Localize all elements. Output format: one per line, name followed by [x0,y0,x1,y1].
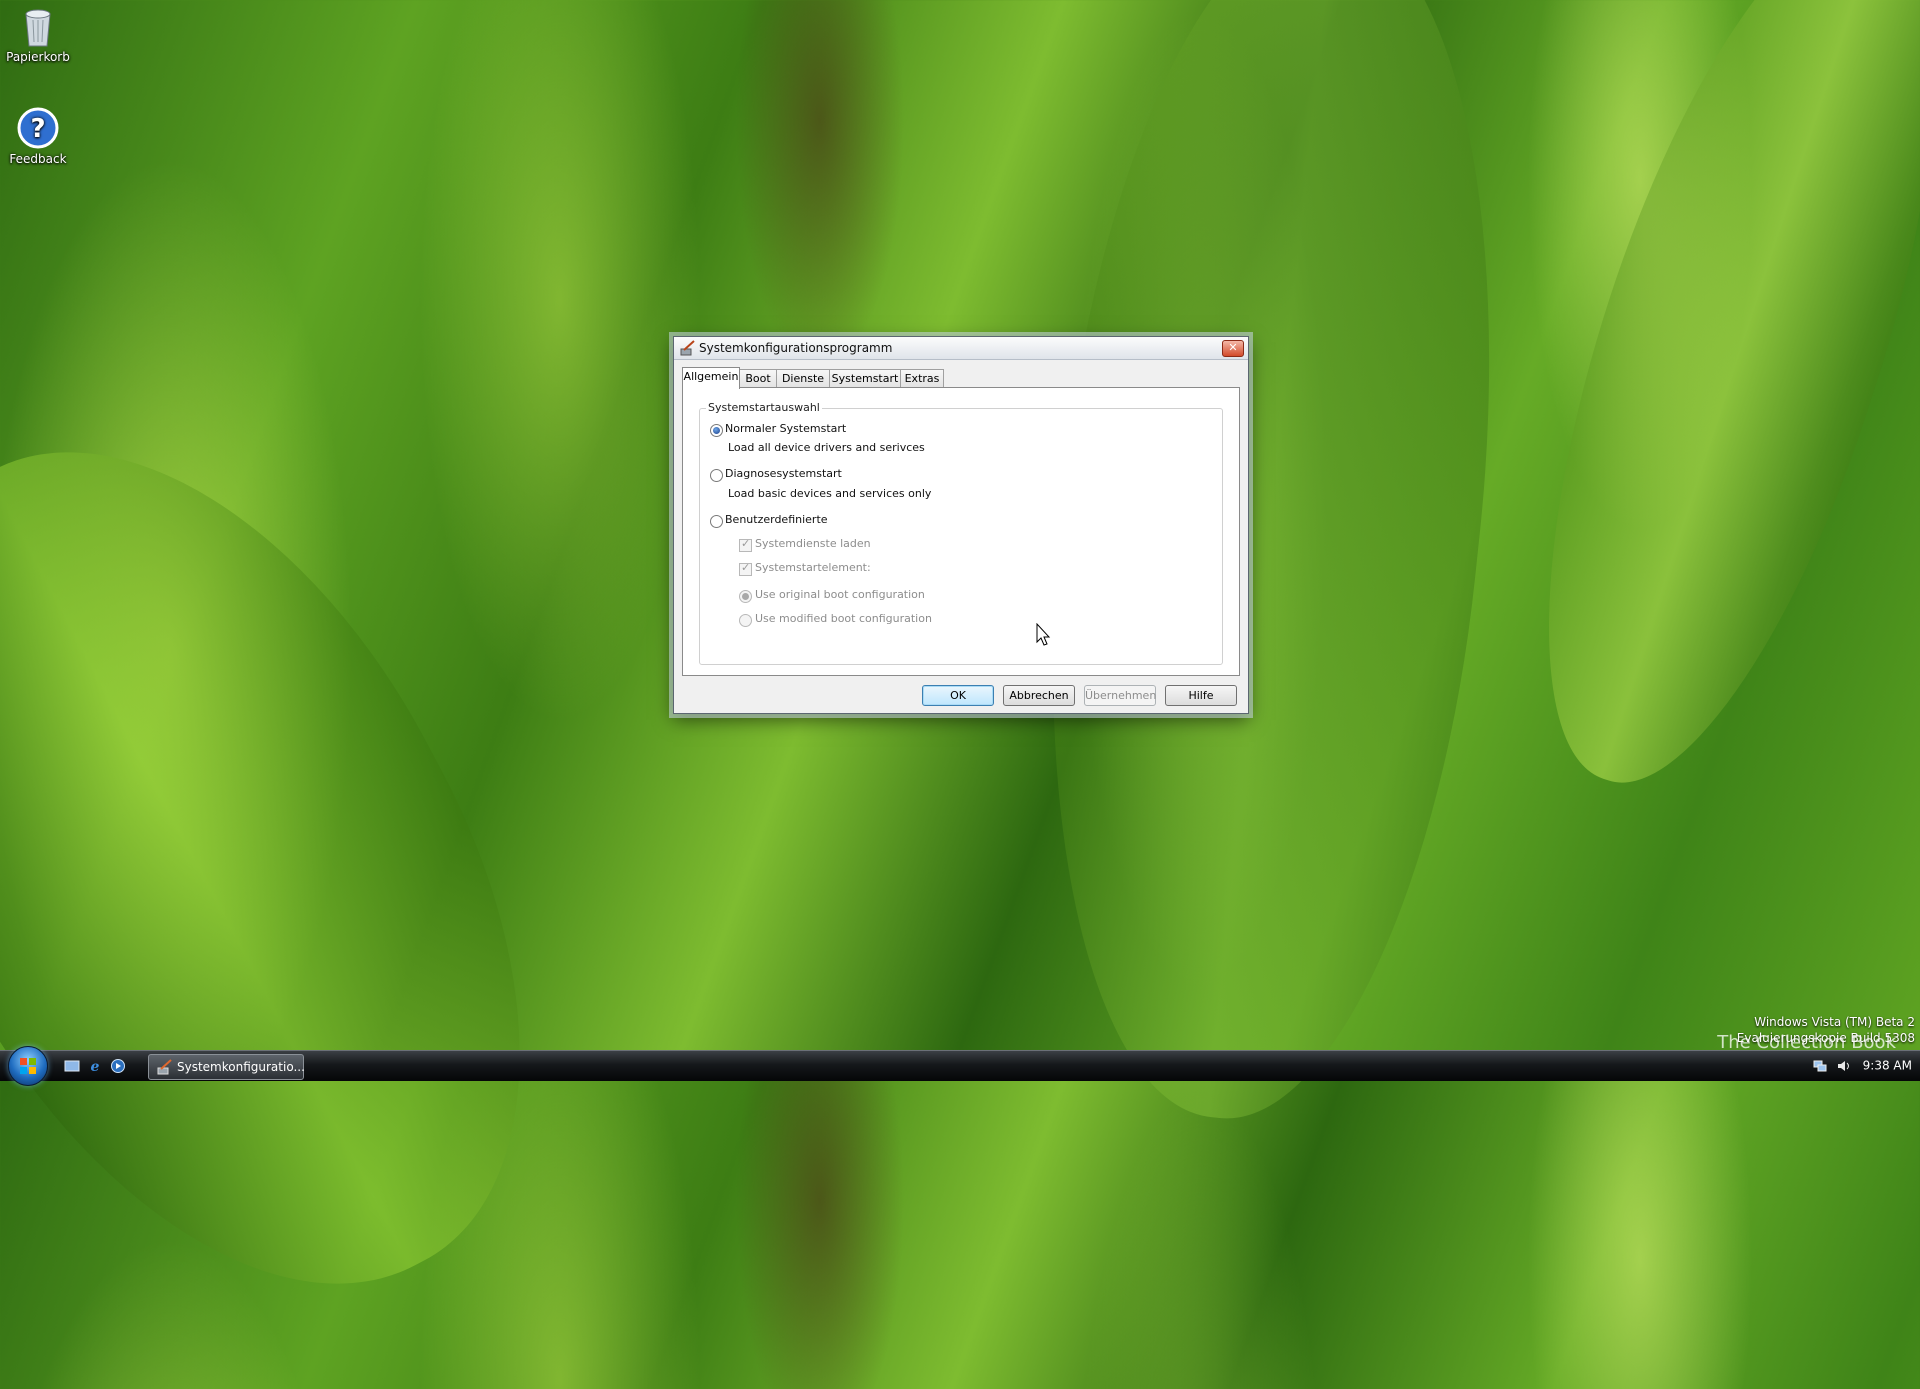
taskbar-button-msconfig[interactable]: Systemkonfiguratio... [148,1054,305,1080]
desktop-icon-label: Feedback [9,152,67,166]
taskbar-button-label: Systemkonfiguratio... [177,1060,305,1074]
svg-text:e: e [91,1059,100,1074]
original-boot-radio[interactable] [739,590,752,603]
ok-button[interactable]: OK [922,685,994,706]
close-button[interactable]: ✕ [1222,340,1244,357]
tab-systemstart[interactable]: Systemstart [829,369,901,387]
tab-extras[interactable]: Extras [900,369,944,387]
normal-startup-desc: Load all device drivers and serivces [728,441,925,454]
msconfig-icon [157,1059,172,1075]
mouse-cursor-icon [1036,623,1051,646]
modified-boot-radio[interactable] [739,614,752,627]
system-tray: 9:38 AM [1813,1058,1912,1073]
diagnostic-startup-radio[interactable] [710,469,723,482]
diagnostic-startup-desc: Load basic devices and services only [728,487,932,500]
startup-items-checkbox[interactable] [739,561,752,576]
desktop-icon-recycle-bin[interactable]: Papierkorb [0,4,78,64]
tab-panel-allgemein: Systemstartauswahl Normaler Systemstart … [682,387,1240,676]
media-player-icon[interactable] [110,1058,126,1074]
titlebar[interactable]: Systemkonfigurationsprogramm ✕ [674,337,1248,360]
msconfig-icon [680,340,696,356]
start-button[interactable] [8,1046,48,1086]
tab-allgemein[interactable]: Allgemein [682,367,740,389]
help-question-icon: ? [16,106,60,150]
tab-dienste[interactable]: Dienste [776,369,830,387]
show-desktop-icon[interactable] [64,1058,80,1074]
original-boot-label: Use original boot configuration [755,588,925,601]
modified-boot-label: Use modified boot configuration [755,612,932,625]
svg-text:?: ? [30,114,45,144]
msconfig-dialog: Systemkonfigurationsprogramm ✕ Allgemein… [673,336,1249,714]
tab-boot[interactable]: Boot [739,369,777,387]
diagnostic-startup-label[interactable]: Diagnosesystemstart [725,467,842,480]
startup-selection-group: Systemstartauswahl Normaler Systemstart … [699,401,1223,665]
desktop-icon-label: Papierkorb [6,50,70,64]
internet-explorer-icon[interactable]: e [87,1058,103,1074]
normal-startup-label[interactable]: Normaler Systemstart [725,422,846,435]
load-system-services-checkbox[interactable] [739,537,752,552]
watermark-line-1: Windows Vista (TM) Beta 2 [1754,1015,1915,1029]
help-button[interactable]: Hilfe [1165,685,1237,706]
volume-icon[interactable] [1837,1059,1851,1073]
dialog-title: Systemkonfigurationsprogramm [699,341,893,355]
normal-startup-radio[interactable] [710,424,723,437]
custom-startup-radio[interactable] [710,515,723,528]
group-title: Systemstartauswahl [706,401,822,414]
taskbar: e Systemkonfiguratio... 9:38 AM [0,1046,1920,1086]
windows-flag-icon [20,1058,36,1074]
clock[interactable]: 9:38 AM [1863,1059,1912,1073]
network-icon[interactable] [1813,1059,1827,1073]
cancel-button[interactable]: Abbrechen [1003,685,1075,706]
desktop-icon-feedback[interactable]: ? Feedback [0,106,78,166]
load-system-services-label: Systemdienste laden [755,537,871,550]
custom-startup-label[interactable]: Benutzerdefinierte [725,513,828,526]
startup-items-label: Systemstartelement: [755,561,871,574]
recycle-bin-icon [16,4,60,48]
apply-button[interactable]: Übernehmen [1084,685,1156,706]
